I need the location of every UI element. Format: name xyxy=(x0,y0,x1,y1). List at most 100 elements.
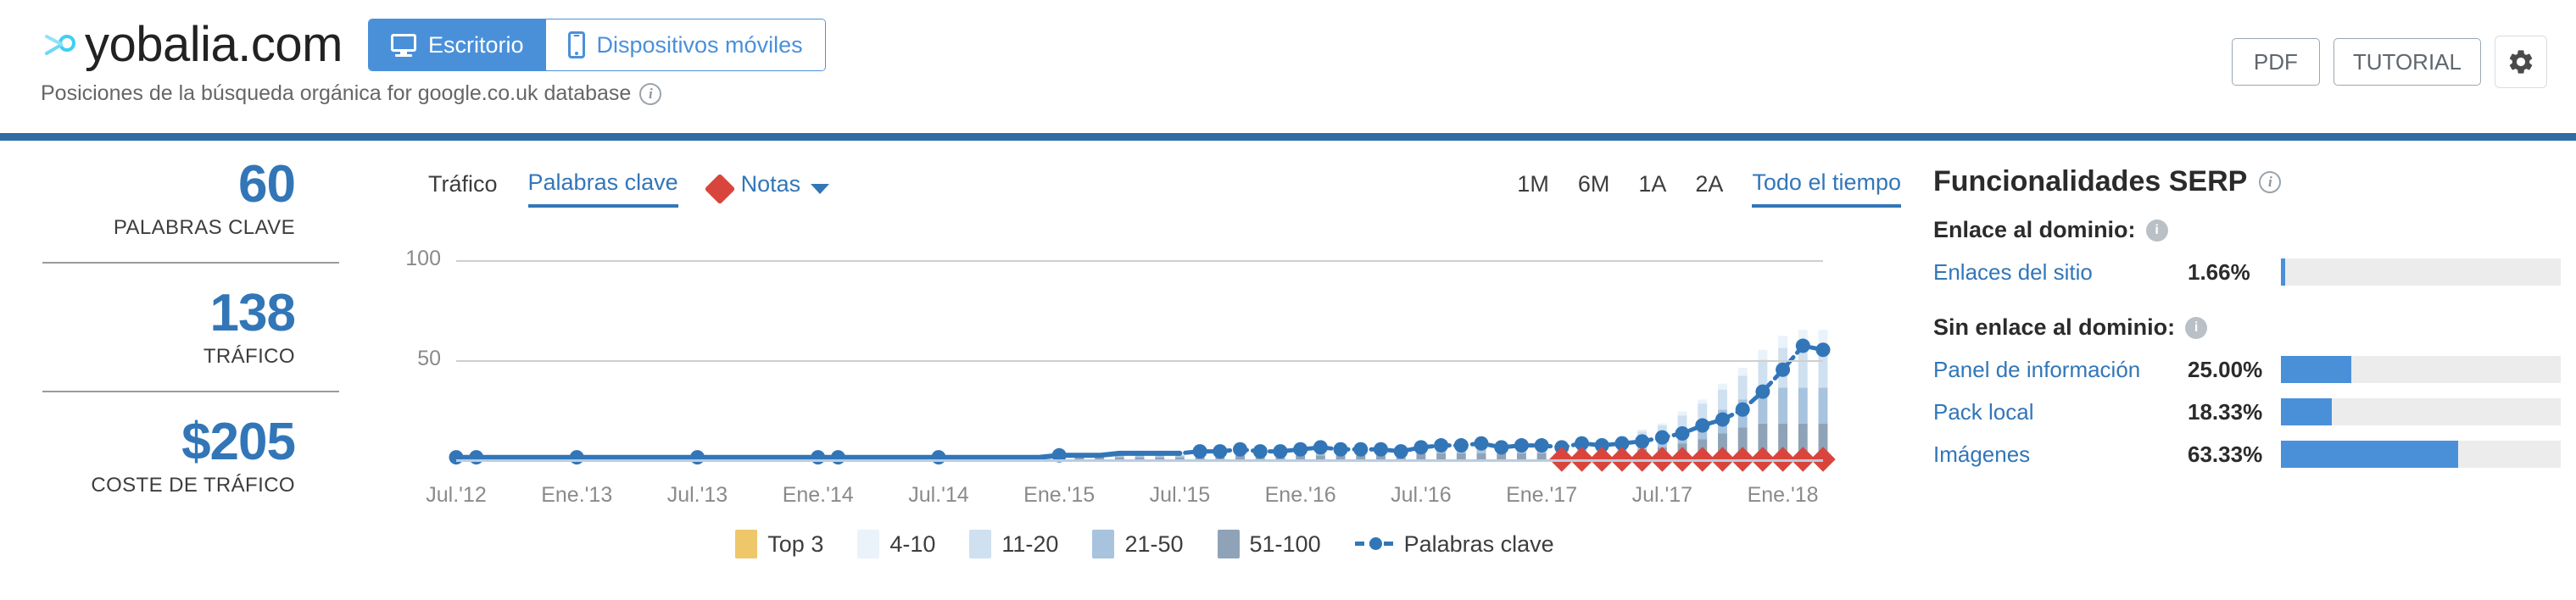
keywords-chart-panel: Tráfico Palabras clave Notas 1M 6M 1A 2A… xyxy=(382,157,1908,581)
serp-features-panel: Funcionalidades SERP i Enlace al dominio… xyxy=(1933,165,2561,468)
serp-overview-page: yobalia.com Escritorio Dispositivos móvi… xyxy=(0,0,2576,600)
chart-line-marker xyxy=(1715,412,1730,427)
legend-label: 11-20 xyxy=(1001,531,1059,557)
chart-range-tabs: 1M 6M 1A 2A Todo el tiempo xyxy=(1517,169,1901,208)
notes-dropdown[interactable]: Notas xyxy=(704,171,830,206)
legend-swatch xyxy=(1217,530,1240,558)
chart-line-marker xyxy=(569,450,584,465)
serp-feature-name[interactable]: Enlaces del sitio xyxy=(1933,259,2188,286)
serp-feature-name[interactable]: Panel de información xyxy=(1933,357,2188,383)
legend-item[interactable]: 21-50 xyxy=(1092,530,1184,558)
legend-label: Palabras clave xyxy=(1403,531,1554,557)
chart-line-marker xyxy=(1815,342,1831,358)
serp-feature-bar xyxy=(2281,258,2561,286)
tab-palabras-clave[interactable]: Palabras clave xyxy=(527,169,678,208)
chart-line-marker xyxy=(1735,402,1750,417)
chart-line-marker xyxy=(830,450,845,465)
database-subtitle: Posiciones de la búsqueda orgánica for g… xyxy=(41,81,632,105)
x-tick-label: Ene.'14 xyxy=(782,483,854,507)
chart-bar-segment xyxy=(1698,399,1708,404)
chart-line-marker xyxy=(1654,430,1670,445)
serp-feature-bar xyxy=(2281,441,2561,468)
chart-line-marker xyxy=(1252,444,1268,459)
chart-bar-segment xyxy=(1698,403,1708,419)
chart-canvas[interactable] xyxy=(382,246,1908,492)
chart-line-marker xyxy=(1413,440,1429,455)
chart-line-marker xyxy=(1635,434,1650,449)
serp-feature-bar-fill xyxy=(2281,258,2286,286)
legend-item[interactable]: 11-20 xyxy=(969,530,1058,558)
brand-row: yobalia.com Escritorio Dispositivos móvi… xyxy=(41,19,826,71)
info-icon[interactable]: i xyxy=(639,82,662,105)
info-icon[interactable]: i xyxy=(2185,316,2208,339)
chart-bar-segment xyxy=(1516,453,1526,459)
chart-line-marker xyxy=(1213,444,1228,459)
legend-swatch xyxy=(857,530,880,558)
chart-line-marker xyxy=(1233,442,1248,457)
chart-bar-segment xyxy=(1758,349,1768,360)
settings-button[interactable] xyxy=(2495,36,2547,88)
range-1m[interactable]: 1M xyxy=(1517,171,1549,206)
monitor-icon xyxy=(390,34,416,57)
gear-icon xyxy=(2509,50,2533,74)
serp-feature-name[interactable]: Imágenes xyxy=(1933,442,2188,468)
tab-escritorio[interactable]: Escritorio xyxy=(368,19,546,70)
tab-dispositivos-moviles-label: Dispositivos móviles xyxy=(596,31,803,58)
legend-line-icon xyxy=(1354,537,1394,550)
stat-value: 60 xyxy=(238,155,296,214)
serp-group-heading-linked: Enlace al dominio: i xyxy=(1933,217,2561,243)
chart-bar-segment xyxy=(1677,411,1687,416)
chart-line-marker xyxy=(1776,362,1791,377)
chart-bar-segment xyxy=(1737,367,1748,376)
legend-item[interactable]: 4-10 xyxy=(857,530,935,558)
x-tick-label: Jul.'15 xyxy=(1149,483,1211,507)
legend-label: 51-100 xyxy=(1249,531,1321,557)
red-diamond-icon xyxy=(704,173,736,204)
legend-label: 21-50 xyxy=(1124,531,1184,557)
serp-row: Pack local 18.33% xyxy=(1933,398,2561,425)
chart-bar-segment xyxy=(1637,429,1648,432)
range-1a[interactable]: 1A xyxy=(1638,171,1666,206)
chart-line-marker xyxy=(1373,442,1388,457)
stat-label: PALABRAS CLAVE xyxy=(113,216,295,239)
x-tick-label: Jul.'14 xyxy=(908,483,969,507)
serp-group-label: Enlace al dominio: xyxy=(1933,217,2136,242)
serp-feature-bar-fill xyxy=(2281,441,2458,468)
chart-line-marker xyxy=(1514,438,1529,453)
stat-coste-de-trafico: $205 COSTE DE TRÁFICO xyxy=(0,414,339,497)
y-tick-100: 100 xyxy=(405,247,441,270)
x-tick-label: Ene.'13 xyxy=(541,483,613,507)
chart-line-marker xyxy=(1795,338,1810,353)
chart-line-marker xyxy=(449,450,464,465)
chart-line-marker xyxy=(931,450,946,465)
info-icon[interactable]: i xyxy=(2145,219,2168,242)
chart-bar-segment xyxy=(1677,415,1687,428)
info-icon[interactable]: i xyxy=(2259,170,2282,193)
chart-bar-segment xyxy=(1536,453,1547,459)
chart-line-marker xyxy=(1675,425,1690,441)
serp-title-text: Funcionalidades SERP xyxy=(1933,165,2248,197)
serp-feature-bar-fill xyxy=(2281,398,2333,425)
range-2a[interactable]: 2A xyxy=(1695,171,1723,206)
chart-line-marker xyxy=(1695,418,1710,433)
legend-item[interactable]: Palabras clave xyxy=(1354,531,1554,558)
range-6m[interactable]: 6M xyxy=(1578,171,1610,206)
chart-line-marker xyxy=(1333,442,1348,457)
chart-bar-segment xyxy=(1818,330,1828,344)
serp-feature-percent: 25.00% xyxy=(2188,356,2263,382)
tab-dispositivos-moviles[interactable]: Dispositivos móviles xyxy=(545,19,825,70)
yobalia-logo-icon xyxy=(41,25,80,64)
stat-palabras-clave: 60 PALABRAS CLAVE xyxy=(0,157,339,240)
legend-item[interactable]: Top 3 xyxy=(735,530,823,558)
serp-feature-name[interactable]: Pack local xyxy=(1933,399,2188,425)
notes-label: Notas xyxy=(740,171,801,197)
range-todo-el-tiempo[interactable]: Todo el tiempo xyxy=(1752,169,1901,208)
legend-item[interactable]: 51-100 xyxy=(1217,530,1321,558)
pdf-button[interactable]: PDF xyxy=(2231,38,2320,86)
chart-line-marker xyxy=(1474,436,1489,451)
chart-x-axis: Jul.'12 Ene.'13 Jul.'13 Ene.'14 Jul.'14 Ene.'… xyxy=(382,483,1908,517)
serp-feature-bar xyxy=(2281,356,2561,383)
tutorial-button[interactable]: TUTORIAL xyxy=(2333,38,2481,86)
x-tick-label: Ene.'16 xyxy=(1264,483,1336,507)
tab-trafico[interactable]: Tráfico xyxy=(428,171,498,206)
